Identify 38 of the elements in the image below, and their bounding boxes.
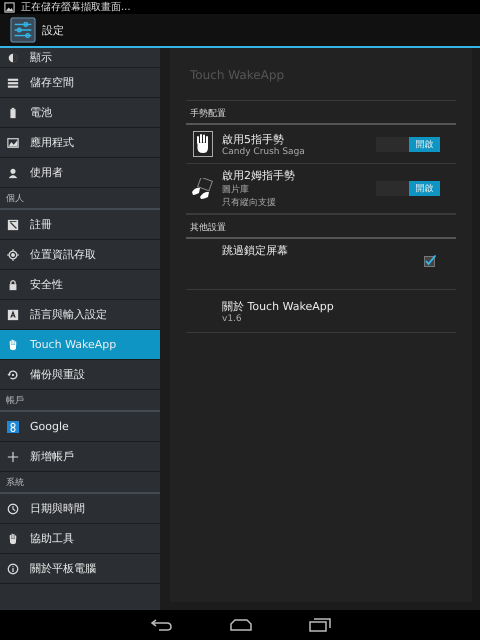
- notification-text: 正在儲存螢幕擷取畫面...: [21, 0, 131, 14]
- setting-summary: 圖片庫: [222, 184, 250, 196]
- section-header: 手勢配置: [190, 109, 226, 119]
- app-title: 設定: [42, 22, 64, 38]
- plus-icon: [7, 450, 19, 462]
- section-header: 系統: [6, 476, 24, 489]
- user-icon: [7, 166, 19, 178]
- apps-icon: [7, 136, 19, 148]
- setting-title: 啟用5指手勢: [222, 132, 285, 146]
- setting-title: 關於 Touch WakeApp: [222, 298, 335, 314]
- home-icon[interactable]: [229, 619, 253, 631]
- location-icon: [7, 248, 19, 260]
- section-header: 其他設置: [190, 223, 226, 233]
- lock-icon: [7, 278, 19, 290]
- keyboard-key-icon: [7, 308, 19, 320]
- storage-icon: [7, 76, 19, 88]
- setting-title: 啟用2姆指手勢: [222, 168, 296, 183]
- hand-icon: [7, 338, 19, 350]
- settings-icon[interactable]: [10, 17, 36, 43]
- brightness-icon: [7, 52, 19, 64]
- info-icon: [7, 562, 19, 574]
- google-icon: [7, 420, 19, 432]
- setting-summary: Candy Crush Saga: [222, 146, 306, 156]
- setting-summary: v1.6: [222, 314, 243, 324]
- image-icon: [4, 2, 15, 12]
- setting-title: 跳過鎖定屏幕: [222, 243, 289, 258]
- setting-summary: 只有縱向支援: [222, 196, 277, 209]
- hand-icon: [7, 532, 19, 544]
- restore-icon: [7, 368, 19, 380]
- section-header: 帳戶: [6, 394, 24, 407]
- recent-apps-icon[interactable]: [309, 618, 331, 632]
- clock-icon: [7, 502, 19, 514]
- hand-icon: [193, 131, 213, 157]
- section-header: 個人: [6, 192, 24, 205]
- back-icon[interactable]: [149, 619, 173, 631]
- checkbox[interactable]: [424, 255, 436, 267]
- two-hands-icon: [191, 178, 215, 200]
- register-icon: [7, 218, 19, 230]
